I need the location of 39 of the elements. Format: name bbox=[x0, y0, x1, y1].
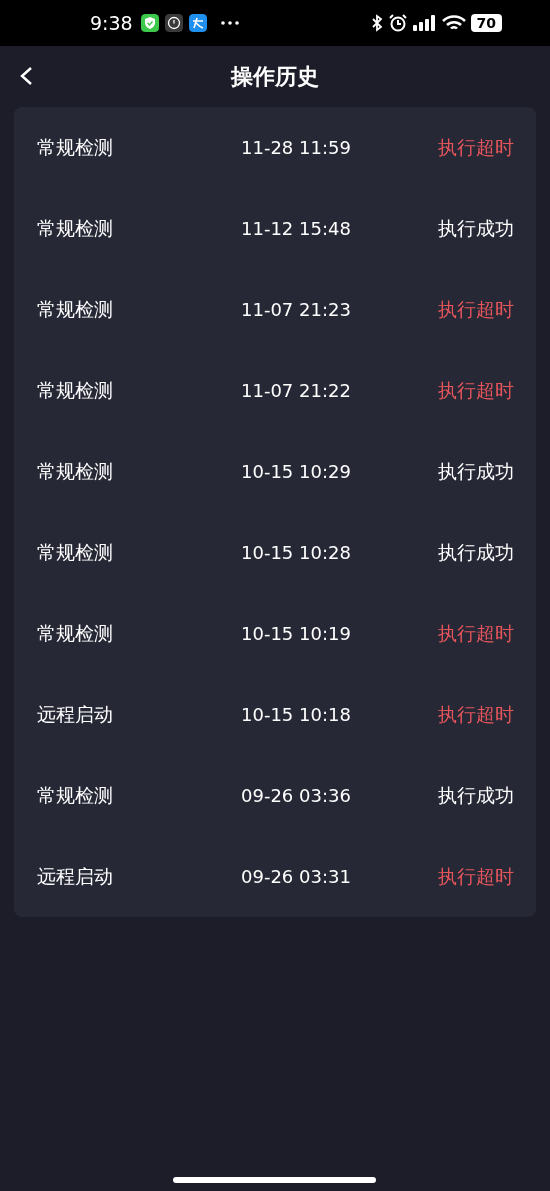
operation-status: 执行成功 bbox=[438, 458, 514, 484]
operation-time: 11-07 21:23 bbox=[241, 299, 352, 320]
signal-icon bbox=[412, 15, 437, 31]
operation-status: 执行成功 bbox=[438, 782, 514, 808]
operation-time: 10-15 10:29 bbox=[241, 461, 352, 482]
operation-time: 10-15 10:19 bbox=[241, 623, 352, 644]
battery-level: 70 bbox=[470, 14, 502, 32]
wifi-icon bbox=[441, 14, 466, 32]
operation-name: 常规检测 bbox=[37, 782, 114, 808]
operation-name: 远程启动 bbox=[37, 863, 114, 889]
operation-name: 常规检测 bbox=[37, 620, 114, 646]
operation-time: 09-26 03:36 bbox=[241, 785, 352, 806]
shield-app-icon bbox=[140, 14, 159, 32]
more-icon bbox=[220, 21, 239, 25]
page-title: 操作历史 bbox=[231, 62, 319, 91]
operation-name: 常规检测 bbox=[37, 215, 114, 241]
operation-time: 11-07 21:22 bbox=[241, 380, 352, 401]
operation-status: 执行成功 bbox=[438, 539, 514, 565]
operation-status: 执行成功 bbox=[438, 215, 514, 241]
alarm-icon bbox=[387, 13, 408, 33]
operation-status: 执行超时 bbox=[438, 377, 514, 403]
operation-name: 常规检测 bbox=[37, 296, 114, 322]
operation-status: 执行超时 bbox=[438, 701, 514, 727]
operation-name: 常规检测 bbox=[37, 134, 114, 160]
operation-time: 10-15 10:28 bbox=[241, 542, 352, 563]
operation-name: 远程启动 bbox=[37, 701, 114, 727]
operation-status: 执行超时 bbox=[438, 134, 514, 160]
clock-time: 9:38 bbox=[90, 12, 133, 34]
operation-time: 11-28 11:59 bbox=[241, 137, 352, 158]
operation-time: 09-26 03:31 bbox=[241, 866, 352, 887]
operation-status: 执行超时 bbox=[438, 296, 514, 322]
operation-time: 11-12 15:48 bbox=[241, 218, 352, 239]
operation-name: 常规检测 bbox=[37, 539, 114, 565]
operation-name: 常规检测 bbox=[37, 377, 114, 403]
operation-status: 执行超时 bbox=[438, 620, 514, 646]
operation-name: 常规检测 bbox=[37, 458, 114, 484]
operation-status: 执行超时 bbox=[438, 863, 514, 889]
bluetooth-icon bbox=[370, 14, 383, 32]
operation-time: 10-15 10:18 bbox=[241, 704, 352, 725]
